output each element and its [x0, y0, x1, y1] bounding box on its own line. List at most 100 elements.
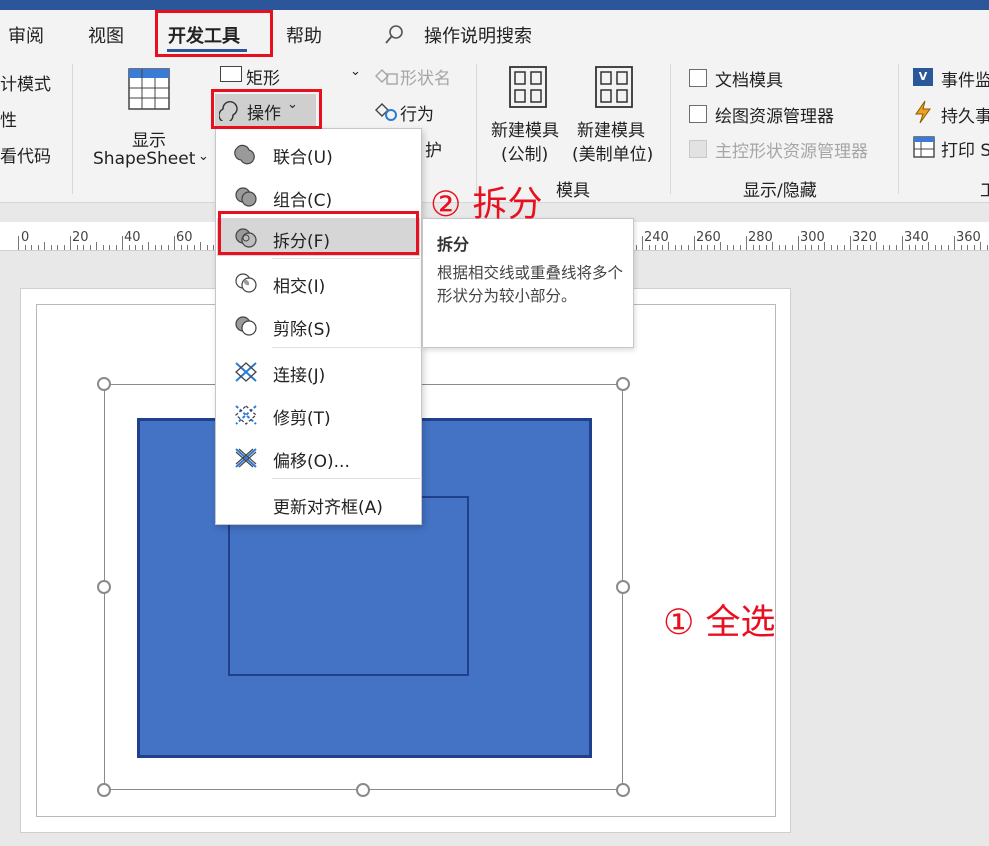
ruler-tick	[64, 245, 65, 250]
stencil-icon	[509, 66, 547, 108]
ruler-tick	[889, 245, 890, 250]
ruler-tick	[759, 245, 760, 250]
tab-developer[interactable]: 开发工具	[168, 22, 240, 48]
master-explorer-checkbox[interactable]	[689, 140, 707, 158]
ruler-tick	[987, 245, 988, 250]
ruler-tick	[142, 245, 143, 250]
menu-item-update-alignment-box[interactable]: 更新对齐框(A)	[217, 484, 420, 522]
ruler-tick	[753, 245, 754, 250]
event-monitor-button[interactable]: 事件监	[941, 66, 989, 91]
persistent-events-button[interactable]: 持久事	[941, 102, 989, 127]
menu-item-label: 拆分(F)	[273, 232, 331, 252]
union-icon	[234, 144, 255, 165]
selection-handle[interactable]	[97, 580, 111, 594]
ruler-tick	[642, 236, 643, 250]
ruler-tick	[701, 245, 702, 250]
selection-handle[interactable]	[616, 377, 630, 391]
annotation-step-1: ① 全选	[663, 603, 776, 643]
menu-separator	[272, 258, 422, 259]
ruler-tick	[688, 245, 689, 250]
tab-help[interactable]: 帮助	[286, 22, 322, 48]
join-icon	[235, 362, 257, 382]
ruler-tick	[668, 242, 669, 250]
ruler-tick	[902, 236, 903, 250]
tab-view[interactable]: 视图	[88, 22, 124, 48]
rectangle-button[interactable]: 矩形	[246, 64, 280, 89]
ruler-tick	[720, 242, 721, 250]
new-stencil-us-button[interactable]: 新建模具 (美制单位)	[571, 64, 661, 165]
selection-handle[interactable]	[616, 783, 630, 797]
group-separator	[476, 64, 477, 194]
shapesheet-label: ShapeSheet	[93, 149, 196, 169]
operations-icon	[219, 101, 238, 121]
ruler-tick	[90, 245, 91, 250]
chevron-down-icon: ⌄	[198, 149, 209, 164]
fragment-icon	[235, 228, 257, 248]
protect-button[interactable]: 护	[425, 136, 442, 161]
ruler-tick	[77, 245, 78, 250]
chevron-down-icon: ⌄	[350, 64, 361, 79]
tab-review[interactable]: 审阅	[8, 22, 44, 48]
menu-item-label: 偏移(O)...	[273, 452, 350, 472]
properties-button[interactable]: 性	[0, 106, 17, 131]
offset-icon	[235, 448, 257, 468]
ruler-tick	[31, 245, 32, 250]
menu-item-intersect[interactable]: 相交(I)	[217, 263, 420, 301]
title-bar	[0, 0, 989, 10]
selection-handle[interactable]	[616, 580, 630, 594]
ruler-tick	[915, 245, 916, 250]
menu-item-join[interactable]: 连接(J)	[217, 352, 420, 390]
ruler-tick	[766, 245, 767, 250]
combine-icon	[235, 187, 257, 207]
ruler-tick	[174, 236, 175, 250]
shape-name-button[interactable]: 形状名	[400, 64, 451, 89]
ruler-tick	[844, 245, 845, 250]
ruler-tick	[213, 245, 214, 250]
ruler-tick	[187, 245, 188, 250]
tell-me-search[interactable]: 操作说明搜索	[424, 22, 532, 48]
menu-item-subtract[interactable]: 剪除(S)	[217, 306, 420, 344]
ruler-tick	[18, 236, 19, 250]
show-hide-group-label: 显示/隐藏	[743, 181, 817, 201]
rectangle-icon	[220, 66, 242, 82]
ruler-tick	[954, 236, 955, 250]
shape-name-icon	[375, 69, 398, 85]
menu-item-label: 连接(J)	[273, 366, 326, 386]
design-mode-button[interactable]: 计模式	[0, 70, 51, 95]
menu-item-fragment[interactable]: 拆分(F)	[217, 218, 420, 256]
menu-item-label: 修剪(T)	[273, 409, 331, 429]
ruler-tick	[785, 245, 786, 250]
ruler-tick	[161, 245, 162, 250]
selection-handle[interactable]	[97, 377, 111, 391]
print-shapesheet-button[interactable]: 打印 S	[941, 136, 989, 161]
document-stencil-checkbox[interactable]	[689, 69, 707, 87]
ruler-tick	[122, 236, 123, 250]
behavior-button[interactable]: 行为	[400, 100, 434, 125]
menu-item-union[interactable]: 联合(U)	[217, 134, 420, 172]
selection-handle[interactable]	[356, 783, 370, 797]
selection-handle[interactable]	[97, 783, 111, 797]
ruler-tick	[967, 245, 968, 250]
show-shapesheet-button[interactable]: 显示 ShapeSheet ⌄	[88, 64, 209, 174]
ruler-tick	[870, 245, 871, 250]
menu-item-label: 剪除(S)	[273, 320, 332, 340]
new-stencil-metric-button[interactable]: 新建模具 (公制)	[487, 64, 569, 165]
ruler-tick	[116, 245, 117, 250]
master-explorer-label: 主控形状资源管理器	[715, 142, 868, 162]
ruler-tick	[714, 245, 715, 250]
menu-item-trim[interactable]: 修剪(T)	[217, 395, 420, 433]
ruler-tick	[207, 245, 208, 250]
ruler-tick	[129, 245, 130, 250]
menu-item-offset[interactable]: 偏移(O)...	[217, 438, 420, 476]
view-code-button[interactable]: 看代码	[0, 142, 51, 167]
new-stencil-metric-label-1: 新建模具	[491, 121, 559, 141]
ruler-tick	[707, 245, 708, 250]
tooltip-title: 拆分	[437, 235, 470, 254]
ruler-tick	[779, 245, 780, 250]
operations-button[interactable]: 操作 ⌄	[215, 94, 316, 126]
trim-icon	[235, 405, 257, 425]
ruler-tick	[831, 245, 832, 250]
drawing-explorer-checkbox[interactable]	[689, 105, 707, 123]
ruler-tick	[181, 245, 182, 250]
menu-item-combine[interactable]: 组合(C)	[217, 177, 420, 215]
